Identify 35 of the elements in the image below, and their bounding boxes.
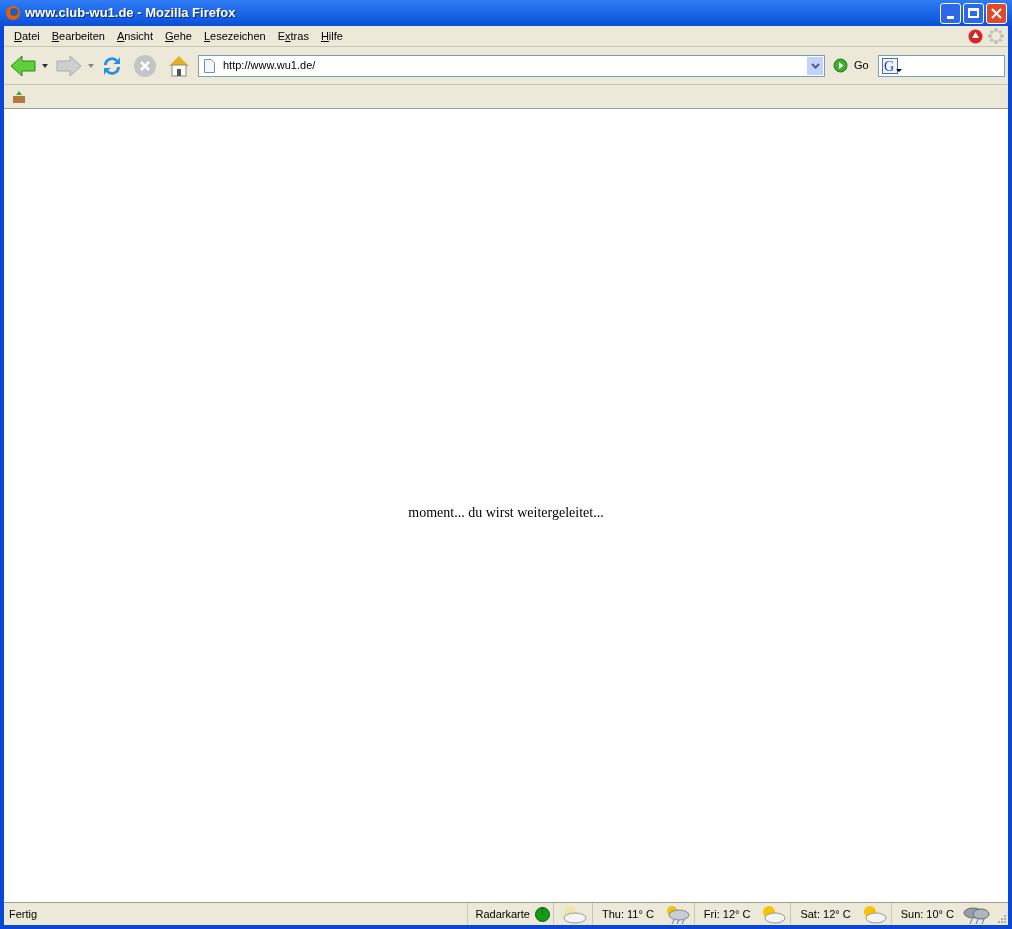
throbber-icon [988,28,1004,44]
minimize-button[interactable] [940,2,961,24]
forecast-label[interactable]: Fri: 12° C [703,905,751,923]
home-icon[interactable] [167,53,191,78]
maximize-button[interactable] [963,2,984,24]
play-icon [833,58,848,73]
menu-item[interactable]: Bearbeiten [45,27,111,45]
resize-grip-icon[interactable] [996,913,1006,923]
alert-icon[interactable] [968,28,983,44]
menu-item[interactable]: Datei [8,27,46,45]
chevron-down-icon [810,62,820,69]
radar-icon[interactable] [534,906,550,922]
forecast-label[interactable]: Sat: 12° C [800,905,851,923]
radar-label[interactable]: Radarkarte [475,905,530,923]
caret-icon[interactable] [42,63,48,68]
status-text: Fertig [8,906,39,922]
firefox-logo-icon [5,5,21,21]
go-button[interactable]: Go [833,57,869,74]
search-field[interactable]: G [877,54,1005,77]
menu-item[interactable]: Ansicht [110,27,159,45]
package-icon[interactable] [12,89,26,104]
redirect-message: moment... du wirst weitergeleitet... [408,504,604,522]
page-icon [204,58,215,73]
close-icon [991,7,1002,19]
forecast-label[interactable]: Thu: 11° C [601,905,654,923]
menu-item[interactable]: Extras [271,27,315,45]
menu-item[interactable]: Gehe [159,27,198,45]
close-button[interactable] [986,2,1007,24]
menu-item[interactable]: Lesezeichen [197,27,272,45]
back-arrow-icon[interactable] [10,53,36,78]
menu-item[interactable]: Hilfe [314,27,349,45]
dropdown-button[interactable] [807,56,823,75]
forecast-label[interactable]: Sun: 10° C [900,905,954,923]
address-field[interactable]: http://www.wu1.de/ [198,54,825,77]
window-title: www.club-wu1.de - Mozilla Firefox [25,4,236,23]
